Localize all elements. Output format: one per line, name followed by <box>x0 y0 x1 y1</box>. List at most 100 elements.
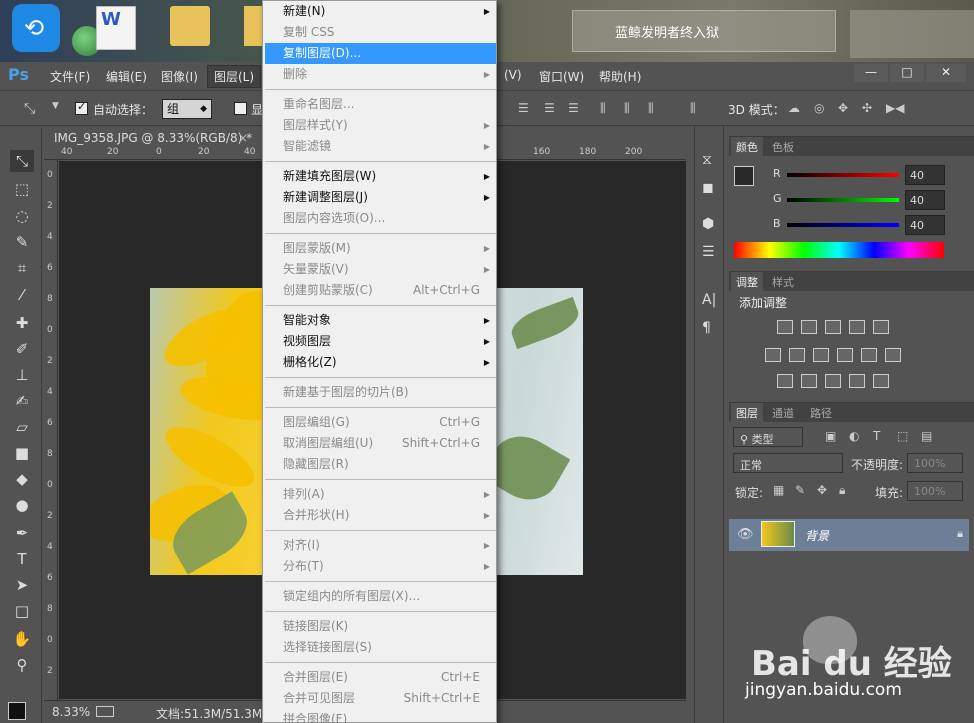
tab-swatches[interactable]: 色板 <box>767 139 799 155</box>
slider-b[interactable]: B 40 <box>769 215 969 235</box>
menu-item[interactable]: 图层内容选项(O)... <box>265 208 496 229</box>
type-tool-icon[interactable]: T <box>10 548 34 570</box>
vibrance-icon[interactable] <box>873 320 889 334</box>
menu-item[interactable]: 选择链接图层(S) <box>265 637 496 658</box>
stamp-tool-icon[interactable]: ⊥ <box>10 364 34 386</box>
b-value[interactable]: 40 <box>905 215 945 235</box>
layer-row-background[interactable]: 👁︎ 背景 🔒︎ <box>729 519 969 551</box>
r-value[interactable]: 40 <box>905 165 945 185</box>
menu-window[interactable]: 窗口(W) <box>539 68 584 85</box>
slider-g[interactable]: G 40 <box>769 190 969 210</box>
filter-shape-icon[interactable]: ⬚ <box>897 429 913 443</box>
close-icon[interactable]: ✕ <box>926 64 966 82</box>
channel-mixer-icon[interactable] <box>861 348 877 362</box>
invert-icon[interactable] <box>777 374 793 388</box>
menu-layer[interactable]: 图层(L) <box>207 65 262 88</box>
g-slider-bar[interactable] <box>787 198 899 202</box>
levels-icon[interactable] <box>801 320 817 334</box>
menu-item[interactable]: 排列(A) ▶ <box>265 484 496 505</box>
menu-item[interactable]: 图层蒙版(M) ▶ <box>265 238 496 259</box>
folder-icon[interactable] <box>244 6 264 46</box>
menu-file[interactable]: 文件(F) <box>50 68 90 85</box>
fill-field[interactable]: 100% <box>907 481 963 501</box>
wps-document-icon[interactable]: W <box>96 6 136 50</box>
3d-scale-icon[interactable]: ▶◀ <box>886 101 904 115</box>
align-bottom-icon[interactable]: ☰ <box>568 101 584 115</box>
menu-item[interactable]: 图层编组(G) Ctrl+G <box>265 412 496 433</box>
hand-tool-icon[interactable]: ✋ <box>10 628 34 650</box>
menu-image[interactable]: 图像(I) <box>161 68 198 85</box>
align-top-icon[interactable]: ☰ <box>518 101 534 115</box>
gradient-map-icon[interactable] <box>873 374 889 388</box>
history-brush-tool-icon[interactable]: ✍ <box>10 390 34 412</box>
properties-icon[interactable]: ☰ <box>702 244 715 260</box>
brush-tool-icon[interactable]: ✐ <box>10 338 34 360</box>
color-spectrum[interactable] <box>734 242 944 258</box>
align-right-icon[interactable]: ⫼ <box>648 101 664 115</box>
dodge-tool-icon[interactable]: ● <box>10 494 34 516</box>
menu-item[interactable]: 合并图层(E) Ctrl+E <box>265 667 496 688</box>
blur-tool-icon[interactable]: ◆ <box>10 468 34 490</box>
menu-item[interactable]: 新建(N) ▶ <box>265 1 496 22</box>
menu-item[interactable]: 栅格化(Z) ▶ <box>265 352 496 373</box>
move-tool-icon[interactable]: ⤡ <box>10 150 34 172</box>
blend-mode-dropdown[interactable]: 正常 <box>733 453 843 473</box>
opacity-field[interactable]: 100% <box>907 453 963 473</box>
marquee-tool-icon[interactable]: ⬚ <box>10 178 34 200</box>
menu-item[interactable]: 分布(T) ▶ <box>265 556 496 577</box>
auto-select-checkbox[interactable]: ✓ <box>75 100 88 115</box>
menu-item[interactable]: 重命名图层... <box>265 94 496 115</box>
filter-pixel-icon[interactable]: ▣ <box>825 429 841 443</box>
brightness-icon[interactable] <box>777 320 793 334</box>
3d-slide-icon[interactable]: ✣ <box>862 101 878 115</box>
menu-item[interactable]: 智能对象 ▶ <box>265 310 496 331</box>
menu-item[interactable]: 链接图层(K) <box>265 616 496 637</box>
align-hcenter-icon[interactable]: ⫼ <box>624 101 640 115</box>
menu-item[interactable]: 合并形状(H) ▶ <box>265 505 496 526</box>
crop-tool-icon[interactable]: ⌗ <box>10 257 34 279</box>
balance-icon[interactable] <box>789 348 805 362</box>
chevron-down-icon[interactable]: ▼ <box>52 101 68 115</box>
3d-rotate-icon[interactable]: ☁ <box>788 101 804 115</box>
exposure-icon[interactable] <box>849 320 865 334</box>
path-select-tool-icon[interactable]: ➤ <box>10 574 34 596</box>
3d-cube-icon[interactable]: ⬢ <box>702 216 714 232</box>
close-tab-icon[interactable]: × <box>238 131 248 145</box>
document-tab[interactable]: IMG_9358.JPG @ 8.33%(RGB/8) * × <box>44 128 254 148</box>
character-icon[interactable]: A| <box>702 292 716 308</box>
menu-item[interactable]: 新建填充图层(W) ▶ <box>265 166 496 187</box>
filter-smart-icon[interactable]: ▤ <box>921 429 937 443</box>
pen-tool-icon[interactable]: ✒ <box>10 522 34 544</box>
3d-roll-icon[interactable]: ◎ <box>814 101 830 115</box>
menu-item[interactable]: 拼合图像(F) <box>265 709 496 723</box>
share-app-icon[interactable]: ⟲ <box>12 4 60 52</box>
brush-preset-icon[interactable]: ◼ <box>702 180 714 196</box>
menu-item[interactable]: 对齐(I) ▶ <box>265 535 496 556</box>
menu-item[interactable]: 合并可见图层 Shift+Ctrl+E <box>265 688 496 709</box>
filter-adjust-icon[interactable]: ◐ <box>849 429 865 443</box>
layer-filter-dropdown[interactable]: ⚲ 类型 <box>733 427 803 447</box>
menu-item[interactable]: 隐藏图层(R) <box>265 454 496 475</box>
tab-adjustments[interactable]: 调整 <box>731 272 763 291</box>
bw-icon[interactable] <box>813 348 829 362</box>
gradient-tool-icon[interactable]: ■ <box>10 442 34 464</box>
selective-color-icon[interactable] <box>849 374 865 388</box>
filter-type-icon[interactable]: T <box>873 429 889 443</box>
menu-help[interactable]: 帮助(H) <box>599 68 641 85</box>
align-vcenter-icon[interactable]: ☰ <box>544 101 560 115</box>
foreground-color-swatch[interactable] <box>734 166 754 186</box>
menu-item[interactable]: 删除 ▶ <box>265 64 496 85</box>
tab-layers[interactable]: 图层 <box>731 403 763 422</box>
status-icon[interactable] <box>96 706 114 717</box>
menu-item[interactable]: 复制 CSS <box>265 22 496 43</box>
menu-item[interactable]: 智能滤镜 ▶ <box>265 136 496 157</box>
zoom-level[interactable]: 8.33% <box>52 705 90 719</box>
menu-item[interactable]: 新建调整图层(J) ▶ <box>265 187 496 208</box>
minimize-icon[interactable]: — <box>854 64 888 82</box>
g-value[interactable]: 40 <box>905 190 945 210</box>
maximize-icon[interactable]: □ <box>890 64 924 82</box>
posterize-icon[interactable] <box>801 374 817 388</box>
zoom-tool-icon[interactable]: ⚲ <box>10 654 34 676</box>
eraser-tool-icon[interactable]: ▱ <box>10 416 34 438</box>
lock-position-icon[interactable]: ✥ <box>817 483 833 497</box>
